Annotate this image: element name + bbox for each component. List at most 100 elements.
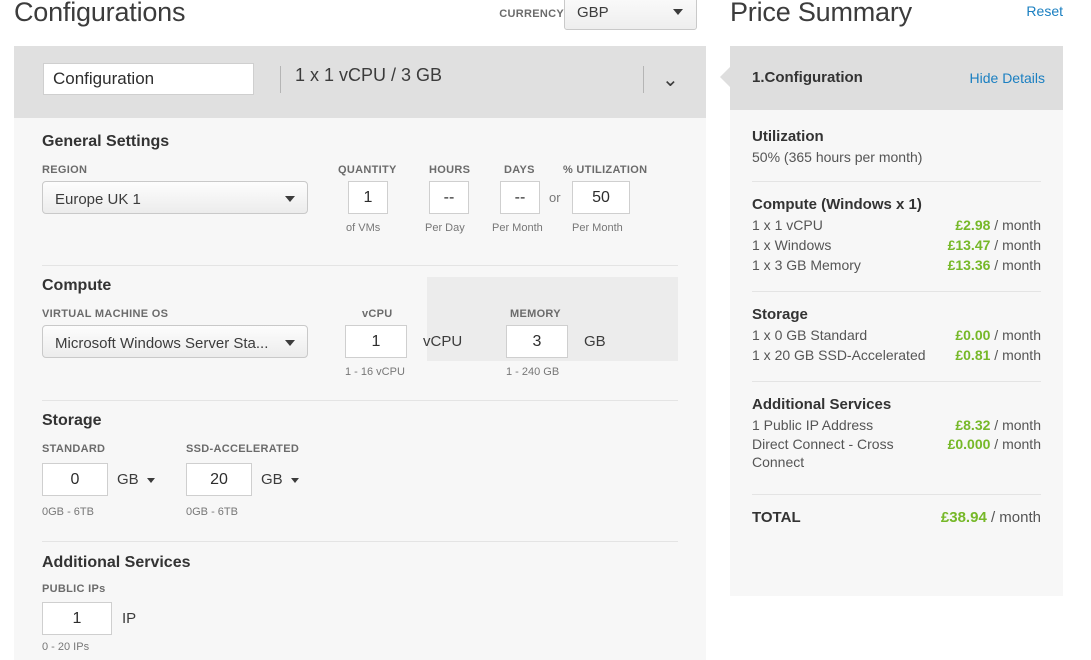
- utilization-label: % UTILIZATION: [563, 164, 648, 176]
- section-title-compute: Compute: [42, 277, 112, 294]
- pricing-calculator-page: Configurations CURRENCY GBP 1 x 1 vCPU /…: [0, 0, 1091, 660]
- vcpu-input[interactable]: [345, 325, 407, 358]
- price-period: / month: [990, 236, 1041, 253]
- summary-divider: [752, 290, 1041, 292]
- price-row-desc: Direct Connect - Cross Connect: [752, 436, 894, 471]
- price-summary-card-header: 1.Configuration Hide Details: [720, 46, 1063, 110]
- quantity-label: QUANTITY: [338, 164, 397, 176]
- price-period: / month: [990, 436, 1041, 453]
- price-row-desc: 1 x Windows: [752, 236, 832, 253]
- summary-group-additional-services: Additional Services 1 Public IP Address …: [730, 396, 1063, 473]
- price-row: 1 x 3 GB Memory £13.36 / month: [752, 257, 1041, 275]
- price-summary-title: Price Summary: [730, 0, 912, 27]
- price-row-desc: 1 x 1 vCPU: [752, 217, 823, 233]
- summary-group-compute: Compute (Windows x 1) 1 x 1 vCPU £2.98 /…: [730, 196, 1063, 275]
- public-ips-label: PUBLIC IPs: [42, 583, 106, 595]
- price-row: 1 x Windows £13.47 / month: [752, 237, 1041, 255]
- price-value: £13.47: [947, 236, 991, 253]
- os-select[interactable]: Microsoft Windows Server Sta...: [42, 325, 308, 358]
- section-divider: [42, 400, 678, 401]
- ssd-storage-input[interactable]: [186, 463, 252, 496]
- section-title-storage: Storage: [42, 412, 102, 429]
- strip-divider-left: [280, 66, 281, 93]
- standard-storage-input[interactable]: [42, 463, 108, 496]
- chevron-down-icon: [285, 196, 295, 202]
- vcpu-unit: vCPU: [423, 333, 463, 350]
- price-row-desc: 1 x 0 GB Standard: [752, 326, 868, 343]
- price-row-desc: 1 x 20 GB SSD-Accelerated: [752, 346, 926, 363]
- region-value: Europe UK 1: [55, 191, 141, 208]
- price-row-desc: 1 Public IP Address: [752, 416, 874, 433]
- ssd-storage-hint: 0GB - 6TB: [186, 506, 238, 518]
- price-row: Direct Connect - Cross Connect £0.000 / …: [752, 436, 1041, 472]
- public-ips-input[interactable]: [42, 602, 112, 635]
- hide-details-link[interactable]: Hide Details: [970, 70, 1045, 86]
- price-summary-column: Price Summary Reset 1.Configuration Hide…: [720, 0, 1063, 660]
- summary-divider: [752, 380, 1041, 382]
- chevron-down-icon[interactable]: [291, 478, 299, 483]
- quantity-input[interactable]: [348, 181, 388, 214]
- configurations-header: Configurations CURRENCY GBP: [0, 0, 707, 46]
- price-row: 1 x 1 vCPU £2.98 / month: [752, 217, 1041, 235]
- price-row-amount: £0.000 / month: [948, 436, 1041, 452]
- quantity-hint: of VMs: [346, 222, 381, 234]
- or-text: or: [549, 190, 561, 205]
- chevron-down-icon[interactable]: [147, 478, 155, 483]
- price-period: / month: [990, 346, 1041, 363]
- vcpu-label: vCPU: [362, 308, 393, 320]
- hours-input[interactable]: [429, 181, 469, 214]
- price-value: £0.000: [947, 436, 991, 453]
- utilization-input[interactable]: [572, 181, 630, 214]
- summary-divider: [752, 494, 1041, 496]
- pointer-notch-icon: [720, 66, 731, 88]
- ssd-storage-unit[interactable]: GB: [261, 471, 283, 488]
- reset-link[interactable]: Reset: [1026, 3, 1063, 19]
- configurations-column: Configurations CURRENCY GBP 1 x 1 vCPU /…: [0, 0, 707, 660]
- configuration-name-input[interactable]: [43, 63, 254, 95]
- price-value: £8.32: [955, 416, 991, 433]
- region-label: REGION: [42, 164, 88, 176]
- region-select[interactable]: Europe UK 1: [42, 181, 308, 214]
- standard-storage-unit[interactable]: GB: [117, 471, 139, 488]
- section-title-general-settings: General Settings: [42, 133, 170, 150]
- os-value: Microsoft Windows Server Sta...: [55, 335, 269, 352]
- price-row: 1 x 0 GB Standard £0.00 / month: [752, 327, 1041, 345]
- configuration-spec-summary: 1 x 1 vCPU / 3 GB: [295, 65, 443, 85]
- summary-divider: [752, 181, 1041, 182]
- price-row-amount: £2.98 / month: [955, 217, 1041, 233]
- utilization-hint: Per Month: [572, 222, 623, 234]
- summary-storage-title: Storage: [752, 305, 808, 323]
- standard-storage-label: STANDARD: [42, 443, 106, 455]
- total-amount: £38.94 / month: [941, 509, 1041, 526]
- summary-compute-title: Compute (Windows x 1): [752, 196, 922, 213]
- price-summary-card: 1.Configuration Hide Details Utilization…: [720, 46, 1063, 596]
- price-row-amount: £8.32 / month: [955, 417, 1041, 433]
- chevron-down-icon[interactable]: ⌄: [662, 69, 679, 89]
- price-row: 1 Public IP Address £8.32 / month: [752, 417, 1041, 435]
- price-row-amount: £13.36 / month: [948, 257, 1041, 273]
- os-label: VIRTUAL MACHINE OS: [42, 308, 169, 320]
- price-value: £2.98: [955, 217, 991, 233]
- page-title: Configurations: [14, 0, 186, 27]
- price-summary-config-title: 1.Configuration: [752, 69, 863, 86]
- memory-unit: GB: [584, 333, 606, 350]
- standard-storage-hint: 0GB - 6TB: [42, 506, 94, 518]
- memory-input[interactable]: [506, 325, 568, 358]
- hours-label: HOURS: [429, 164, 471, 176]
- days-input[interactable]: [500, 181, 540, 214]
- section-divider: [42, 265, 678, 266]
- currency-value: GBP: [577, 4, 609, 21]
- days-label: DAYS: [504, 164, 535, 176]
- public-ips-unit: IP: [122, 610, 137, 627]
- price-summary-body: Utilization 50% (365 hours per month) Co…: [730, 110, 1063, 526]
- total-label: TOTAL: [752, 509, 801, 527]
- price-value: £0.00: [955, 326, 991, 343]
- price-row: 1 x 20 GB SSD-Accelerated £0.81 / month: [752, 347, 1041, 365]
- summary-utilization-title: Utilization: [752, 128, 824, 145]
- currency-select[interactable]: GBP: [564, 0, 697, 30]
- price-period: / month: [990, 217, 1041, 233]
- total-period: / month: [986, 509, 1041, 527]
- price-value: £0.81: [955, 346, 991, 363]
- price-period: / month: [990, 326, 1041, 343]
- section-title-additional-services: Additional Services: [42, 554, 191, 571]
